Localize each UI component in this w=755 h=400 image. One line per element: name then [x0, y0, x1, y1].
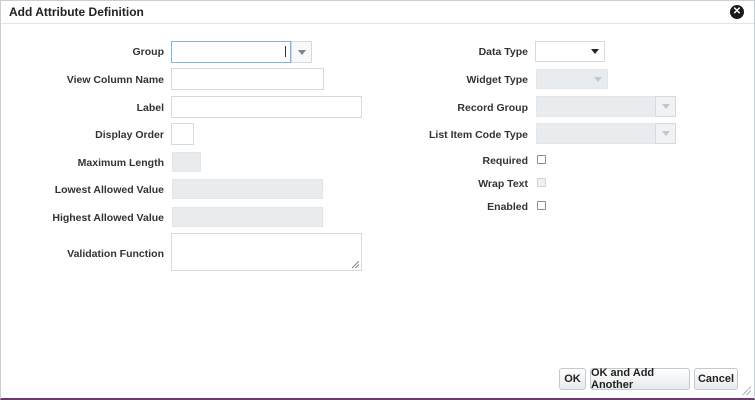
view-column-name-label: View Column Name	[66, 74, 164, 86]
close-icon[interactable]: ✕	[730, 5, 744, 19]
record-group-label: Record Group	[457, 102, 528, 114]
record-group-input	[536, 96, 656, 117]
view-column-name-text[interactable]	[172, 69, 323, 89]
required-label: Required	[482, 155, 528, 167]
dropdown-arrow-icon	[594, 77, 602, 82]
list-item-code-type-dropdown-button	[655, 123, 676, 144]
label-input[interactable]	[171, 96, 362, 118]
data-type-select[interactable]	[535, 41, 605, 62]
display-order-text[interactable]	[172, 124, 193, 144]
lowest-allowed-value-input	[172, 179, 323, 199]
resize-grip-icon[interactable]	[352, 261, 359, 268]
maximum-length-label: Maximum Length	[77, 157, 164, 169]
data-type-label: Data Type	[478, 46, 528, 58]
widget-type-select	[536, 69, 608, 89]
enabled-label: Enabled	[487, 201, 528, 213]
widget-type-label: Widget Type	[466, 74, 528, 86]
list-item-code-type-label: List Item Code Type	[429, 129, 528, 141]
display-order-label: Display Order	[95, 129, 164, 141]
chevron-down-icon	[661, 104, 670, 109]
group-dropdown-button[interactable]	[291, 41, 312, 63]
group-input-text[interactable]	[172, 42, 290, 62]
group-input[interactable]	[171, 41, 291, 63]
add-attribute-definition-dialog: Add Attribute Definition ✕ Group View Co…	[0, 0, 755, 400]
chevron-down-icon	[297, 49, 306, 55]
display-order-input[interactable]	[171, 123, 194, 145]
validation-function-label: Validation Function	[67, 248, 164, 260]
cancel-button[interactable]: Cancel	[694, 368, 738, 390]
dialog-title: Add Attribute Definition	[9, 5, 144, 19]
ok-button[interactable]: OK	[559, 368, 586, 390]
label-text[interactable]	[172, 97, 361, 117]
maximum-length-input	[172, 152, 201, 172]
chevron-down-icon	[661, 131, 670, 136]
list-item-code-type-input	[536, 123, 656, 144]
record-group-dropdown-button	[655, 96, 676, 117]
wrap-text-label: Wrap Text	[478, 178, 528, 190]
dropdown-arrow-icon	[591, 49, 599, 54]
enabled-checkbox[interactable]	[537, 201, 546, 210]
text-cursor	[285, 46, 286, 57]
wrap-text-checkbox	[537, 178, 546, 187]
lowest-allowed-value-label: Lowest Allowed Value	[54, 184, 164, 196]
validation-function-text[interactable]	[172, 234, 361, 270]
dialog-titlebar: Add Attribute Definition ✕	[1, 1, 754, 24]
highest-allowed-value-label: Highest Allowed Value	[52, 212, 164, 224]
dialog-resize-grip-icon[interactable]	[742, 386, 751, 395]
view-column-name-input[interactable]	[171, 68, 324, 90]
validation-function-textarea[interactable]	[171, 233, 362, 271]
group-label: Group	[132, 46, 165, 58]
ok-and-add-another-button[interactable]: OK and Add Another	[590, 367, 690, 391]
label-label: Label	[136, 102, 164, 114]
required-checkbox[interactable]	[537, 155, 546, 164]
highest-allowed-value-input	[172, 207, 323, 227]
